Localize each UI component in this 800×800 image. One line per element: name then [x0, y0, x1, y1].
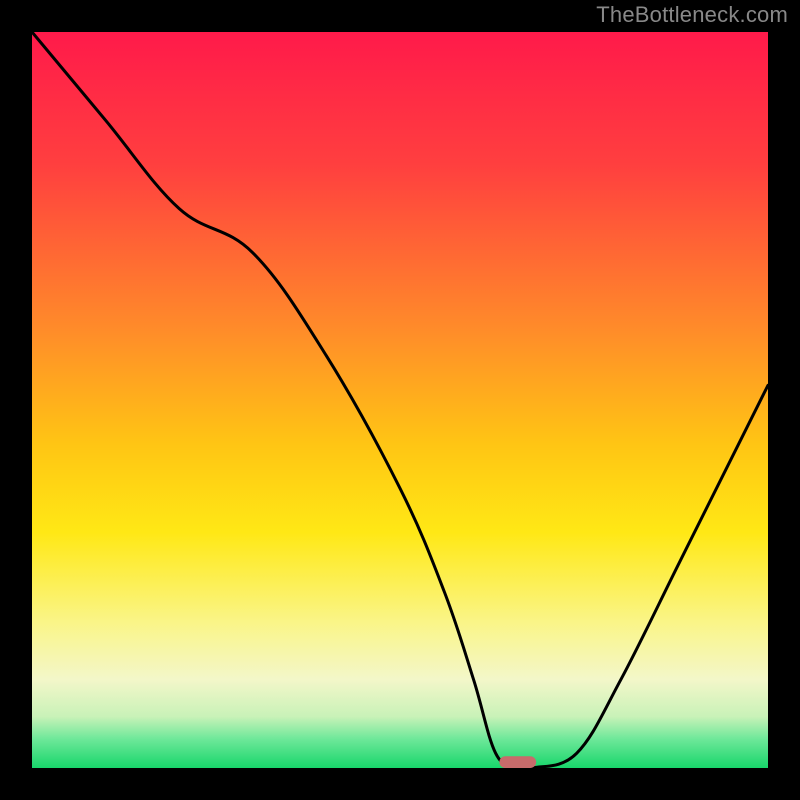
watermark-text: TheBottleneck.com — [596, 2, 788, 28]
chart-plot-area — [32, 32, 768, 768]
chart-frame: TheBottleneck.com — [0, 0, 800, 800]
gradient-background — [32, 32, 768, 768]
optimal-marker — [499, 756, 536, 768]
chart-svg — [32, 32, 768, 768]
